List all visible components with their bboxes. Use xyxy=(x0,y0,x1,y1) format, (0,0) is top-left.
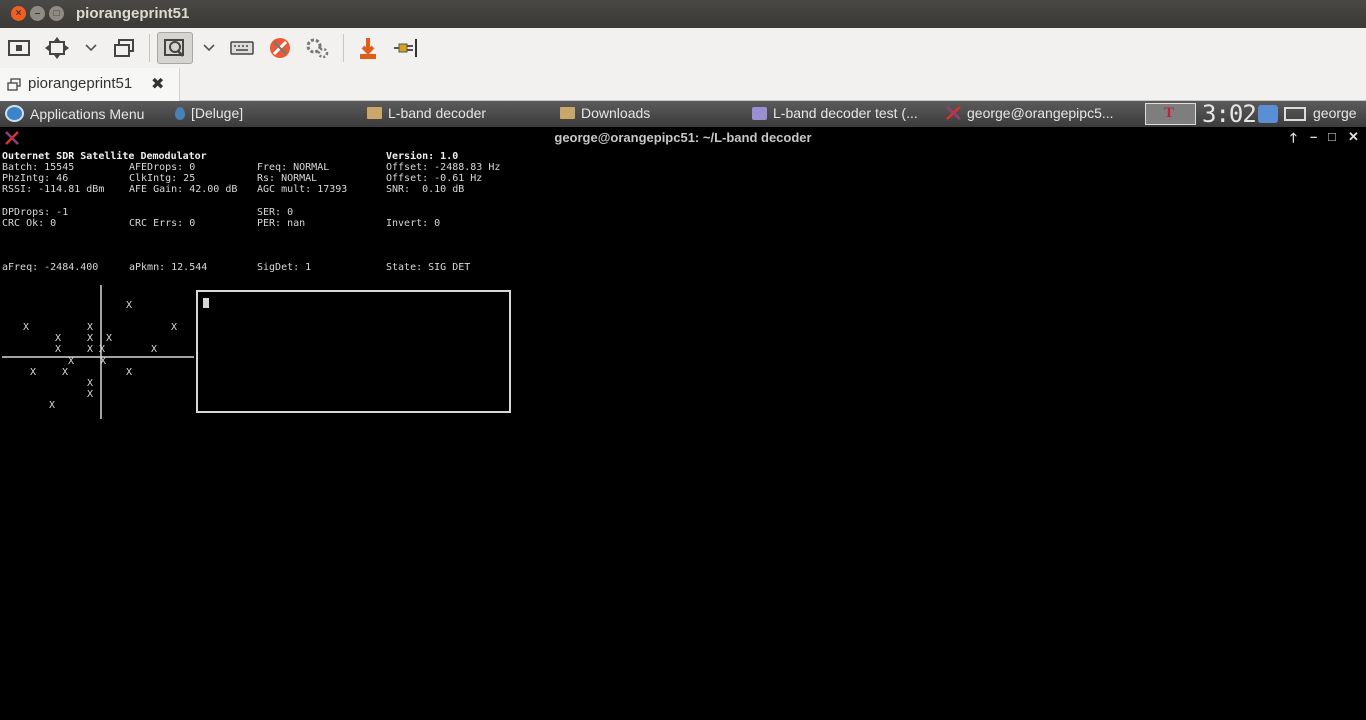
workspace-icon: T xyxy=(1164,105,1175,121)
keyboard-icon[interactable] xyxy=(228,32,256,64)
status-field: AFE Gain: 42.00 dB xyxy=(129,184,238,196)
gear-icon[interactable] xyxy=(303,32,331,64)
constellation-point: X xyxy=(55,333,62,344)
output-box xyxy=(196,290,511,413)
remote-taskbar: Applications Menu [Deluge] L-band decode… xyxy=(0,101,1366,127)
plug-icon[interactable] xyxy=(391,32,419,64)
taskbar-item-label: [Deluge] xyxy=(191,105,244,121)
status-field: DPDrops: -1 xyxy=(2,206,69,218)
user-menu[interactable]: george xyxy=(1313,105,1357,121)
download-icon[interactable] xyxy=(354,32,382,64)
status-field: SNR: 0.10 dB xyxy=(386,184,465,196)
app-title: Outernet SDR Satellite Demodulator xyxy=(2,151,207,162)
status-field: Offset: -0.61 Hz xyxy=(386,173,483,185)
constellation-point: X xyxy=(87,389,94,400)
folder-icon xyxy=(367,107,382,119)
screen-icon[interactable] xyxy=(5,32,33,64)
zoom-icon[interactable] xyxy=(157,32,193,64)
version: Version: 1.0 xyxy=(386,151,459,162)
window-titlebar: × – □ piorangeprint51 xyxy=(0,0,1366,28)
constellation-point: X xyxy=(99,344,106,355)
clock: 3:02 xyxy=(1202,100,1257,128)
status-field: Freq: NORMAL xyxy=(257,162,330,173)
constellation-plot: XXXXXXXXXXXXXXXXXXX xyxy=(2,285,194,419)
status-field: RSSI: -114.81 dBm xyxy=(2,184,105,196)
constellation-point: X xyxy=(62,367,69,378)
status-field: aPkmn: 12.544 xyxy=(129,262,208,274)
taskbar-item-deluge[interactable]: [Deluge] xyxy=(175,105,243,121)
constellation-point: X xyxy=(87,344,94,355)
dropbox-icon[interactable] xyxy=(1258,105,1278,123)
tab-bar: piorangeprint51 ✖ xyxy=(0,68,1366,101)
xterm-icon xyxy=(946,106,961,120)
folder-icon xyxy=(560,107,575,119)
constellation-point: X xyxy=(87,378,94,389)
taskbar-item-lband-folder[interactable]: L-band decoder xyxy=(367,105,486,121)
status-field: Batch: 15545 xyxy=(2,162,75,173)
constellation-point: X xyxy=(23,322,30,333)
constellation-point: X xyxy=(55,344,62,355)
minimize-terminal-button[interactable]: – xyxy=(1310,129,1317,144)
constellation-point: X xyxy=(106,333,113,344)
applications-menu[interactable]: Applications Menu xyxy=(5,105,144,122)
minimize-window-button[interactable]: – xyxy=(30,6,45,21)
status-field: State: SIG DET xyxy=(386,262,471,274)
windows-icon xyxy=(7,78,21,91)
constellation-point: X xyxy=(151,344,158,355)
constellation-point: X xyxy=(171,322,178,333)
status-field: CRC Ok: 0 xyxy=(2,217,57,229)
status-field: Invert: 0 xyxy=(386,217,441,229)
constellation-point: X xyxy=(87,322,94,333)
status-field: CRC Errs: 0 xyxy=(129,217,196,229)
terminal-titlebar: george@orangepipc51: ~/L-band decoder 🡑 … xyxy=(0,127,1366,148)
status-field: Offset: -2488.83 Hz xyxy=(386,162,501,173)
maximize-window-button[interactable]: □ xyxy=(49,6,64,21)
status-field: AGC mult: 17393 xyxy=(257,184,348,196)
taskbar-item-label: L-band decoder xyxy=(388,105,487,121)
tab-label: piorangeprint51 xyxy=(28,75,133,92)
taskbar-item-downloads[interactable]: Downloads xyxy=(560,105,650,121)
app-menu-icon xyxy=(5,105,24,122)
toolbar xyxy=(0,28,1366,68)
status-field: PER: nan xyxy=(257,217,306,229)
deluge-icon xyxy=(175,106,185,120)
taskbar-item-label: L-band decoder test (... xyxy=(773,105,918,121)
windows-icon[interactable] xyxy=(110,32,138,64)
status-field: PhzIntg: 46 xyxy=(2,173,69,185)
constellation-point: X xyxy=(87,333,94,344)
maximize-terminal-button[interactable]: □ xyxy=(1328,129,1336,144)
constellation-point: X xyxy=(126,367,133,378)
workspace-switcher[interactable]: T xyxy=(1145,103,1196,125)
taskbar-item-terminal[interactable]: george@orangepipc5... xyxy=(946,105,1114,121)
constellation-point: X xyxy=(126,300,133,311)
constellation-point: X xyxy=(100,356,107,367)
close-terminal-button[interactable]: ✕ xyxy=(1348,129,1359,145)
chevron-down-icon[interactable] xyxy=(200,32,218,64)
taskbar-item-label: george@orangepipc5... xyxy=(967,105,1114,121)
constellation-point: X xyxy=(30,367,37,378)
status-field: aFreq: -2484.400 xyxy=(2,262,99,274)
tab-piorangeprint51[interactable]: piorangeprint51 ✖ xyxy=(0,68,180,101)
cursor xyxy=(203,298,209,308)
chevron-down-icon[interactable] xyxy=(82,32,100,64)
status-field: AFEDrops: 0 xyxy=(129,162,196,173)
tools-icon[interactable] xyxy=(266,32,294,64)
close-window-button[interactable]: × xyxy=(11,6,26,21)
pin-icon[interactable]: 🡑 xyxy=(1290,129,1297,151)
status-field: SigDet: 1 xyxy=(257,262,312,274)
window-title: piorangeprint51 xyxy=(76,5,190,22)
status-field: Rs: NORMAL xyxy=(257,173,318,185)
taskbar-item-label: Downloads xyxy=(581,105,651,121)
constellation-point: X xyxy=(68,356,75,367)
status-field: SER: 0 xyxy=(257,206,294,218)
close-tab-icon[interactable]: ✖ xyxy=(151,74,164,94)
constellation-point: X xyxy=(49,400,56,411)
applications-menu-label: Applications Menu xyxy=(30,105,145,122)
status-field: ClkIntg: 25 xyxy=(129,173,196,185)
network-icon[interactable] xyxy=(1284,107,1306,121)
taskbar-item-lband-test[interactable]: L-band decoder test (... xyxy=(752,105,918,121)
document-icon xyxy=(752,106,767,120)
fit-icon[interactable] xyxy=(43,32,71,64)
terminal-title: george@orangepipc51: ~/L-band decoder xyxy=(554,130,812,145)
